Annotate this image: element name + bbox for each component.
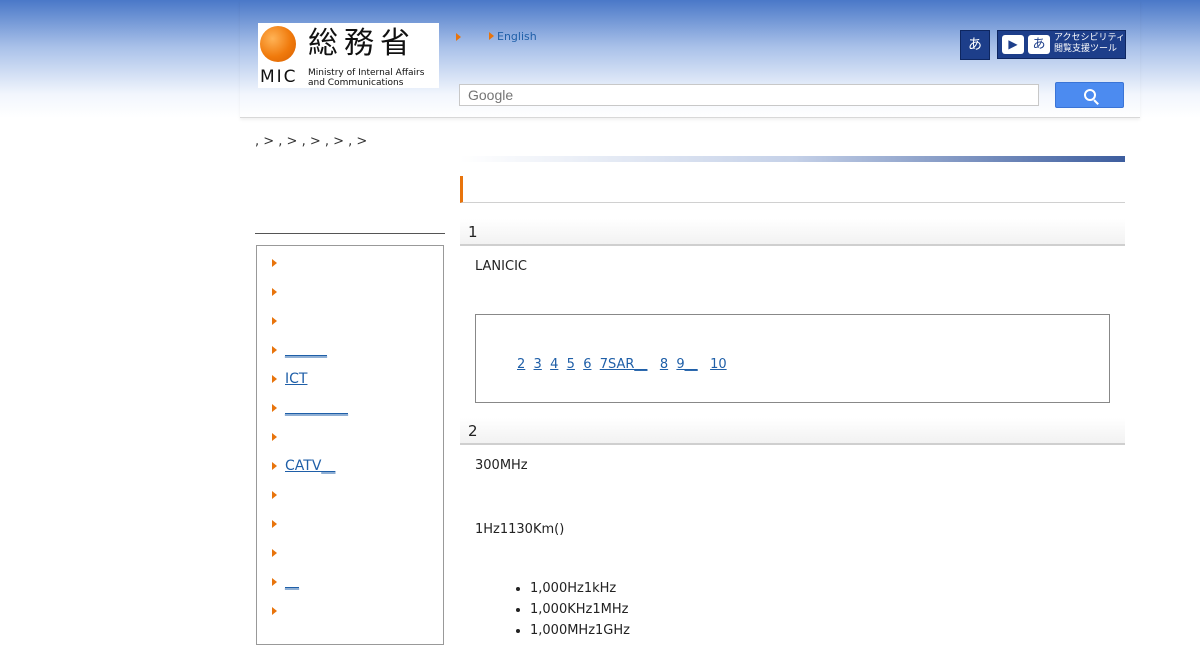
page-links: 2 3 4 5 6 7SAR__ 8 9__ 10 [517,357,727,372]
page-link[interactable]: 6 [583,357,591,372]
page-link-sar[interactable]: 7SAR__ [600,357,648,372]
arrow-right-icon [489,32,494,40]
page-link[interactable]: 3 [534,357,542,372]
arrow-right-icon [272,607,277,615]
page-link[interactable]: 2 [517,357,525,372]
logo-orange-ball-icon [260,26,296,62]
font-size-button[interactable]: あ [960,30,990,60]
section-2-text-1: 300MHz [475,458,528,473]
page-title [460,176,1125,203]
arrow-right-icon [272,549,277,557]
title-gradient-bar [460,156,1125,162]
frequency-units-list: 1,000Hz1kHz 1,000KHz1MHz 1,000MHz1GHz [514,578,630,641]
arrow-right-icon [272,288,277,296]
section-heading-1: 1 [460,219,1125,246]
arrow-right-icon [272,317,277,325]
arrow-right-icon [272,462,277,470]
breadcrumb: , > , > , > , > , > [255,134,368,149]
logo-abbr: MIC [260,67,298,87]
logo-kanji: 総務省 [308,26,416,61]
arrow-right-icon [272,578,277,586]
list-item: 1,000MHz1GHz [530,620,630,641]
accessibility-tool-label-2: 閲覧支援ツール [1054,44,1118,54]
arrow-right-icon [272,259,277,267]
page-links-box: 2 3 4 5 6 7SAR__ 8 9__ 10 [475,314,1110,403]
search-input[interactable] [459,84,1039,106]
sidebar-nav: ______ ICT _________ CATV__ __ [256,245,444,645]
list-item: 1,000Hz1kHz [530,578,630,599]
section-heading-2: 2 [460,418,1125,445]
page-link[interactable]: 9__ [676,357,697,372]
arrow-right-icon [272,433,277,441]
page-link[interactable]: 10 [710,357,727,372]
page-link[interactable]: 5 [567,357,575,372]
list-item: 1,000KHz1MHz [530,599,630,620]
speaker-icon: ▶ [1002,35,1024,54]
search-icon-handle [1093,99,1099,105]
section-2-text-2: 1Hz1130Km() [475,522,565,537]
arrow-right-icon [272,520,277,528]
arrow-right-icon [272,346,277,354]
arrow-right-icon [272,491,277,499]
page-link[interactable]: 8 [660,357,668,372]
hiragana-a-icon: あ [1028,35,1050,54]
mic-logo[interactable]: 総務省 MIC Ministry of Internal Affairs and… [258,23,439,88]
english-link[interactable]: English [489,30,537,43]
accessibility-tool-label-1: アクセシビリティ [1054,33,1126,43]
logo-subtitle: Ministry of Internal Affairs and Communi… [308,68,425,88]
section-1-text: LANICIC [475,259,527,274]
arrow-right-icon [272,375,277,383]
page-link[interactable]: 4 [550,357,558,372]
accessibility-tool-button[interactable]: ▶ あ アクセシビリティ 閲覧支援ツール [997,30,1126,59]
search-button[interactable] [1055,82,1124,108]
arrow-right-icon [272,404,277,412]
arrow-right-icon [456,33,461,41]
sidebar-divider [255,233,445,234]
